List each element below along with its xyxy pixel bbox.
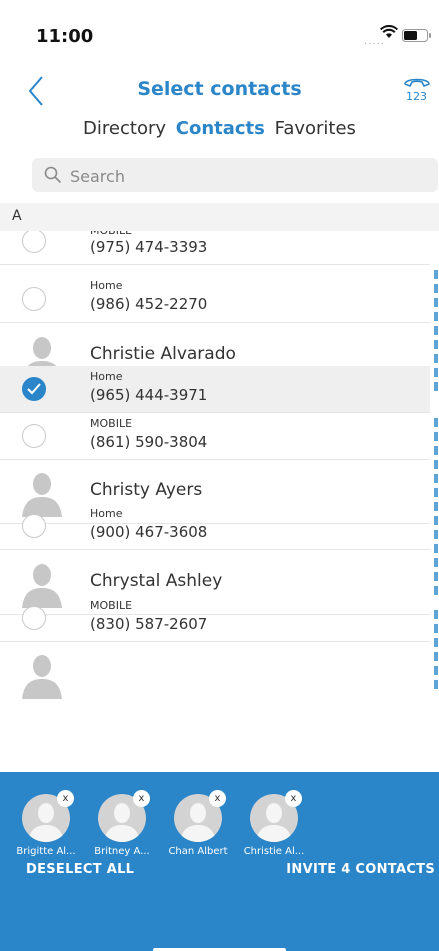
select-radio[interactable] [22, 287, 46, 311]
select-radio[interactable] [22, 231, 46, 253]
phone-row[interactable]: MOBILE (830) 587-2607 [0, 595, 430, 642]
phone-row[interactable]: MOBILE (975) 474-3393 [0, 231, 430, 265]
phone-type: MOBILE [90, 231, 132, 237]
search-input[interactable] [68, 158, 432, 194]
phone-number: (965) 444-3971 [90, 386, 208, 404]
remove-chip-button[interactable]: x [133, 790, 150, 807]
contact-name: Chrystal Ashley [90, 571, 223, 591]
phone-type: Home [90, 279, 123, 292]
select-radio-checked[interactable] [22, 377, 46, 401]
phone-type: Home [90, 370, 123, 383]
wifi-icon [380, 25, 398, 38]
battery-icon [402, 29, 431, 42]
phone-number: (975) 474-3393 [90, 238, 208, 256]
tab-directory[interactable]: Directory [81, 118, 168, 139]
select-contacts-screen: 11:00 ..... Select contacts 123 Director… [0, 0, 439, 951]
status-bar: 11:00 ..... [0, 0, 439, 70]
checkmark-icon [27, 383, 41, 395]
dialpad-button[interactable]: 123 [402, 74, 436, 110]
select-radio[interactable] [22, 514, 46, 538]
tab-bar: Directory Contacts Favorites [0, 118, 439, 139]
nav-header: Select contacts 123 [0, 70, 439, 114]
select-radio[interactable] [22, 424, 46, 448]
invite-contacts-button[interactable]: INVITE 4 CONTACTS [286, 862, 435, 877]
contact-name: Christy Ayers [90, 480, 203, 500]
contact-name: Christie Alvarado [90, 344, 236, 364]
phone-row[interactable]: Home (900) 467-3608 [0, 503, 430, 550]
select-radio[interactable] [22, 606, 46, 630]
phone-number: (861) 590-3804 [90, 433, 208, 451]
phone-type: MOBILE [90, 599, 133, 612]
contact-row[interactable] [0, 641, 430, 705]
tab-favorites[interactable]: Favorites [273, 118, 358, 139]
phone-number: (830) 587-2607 [90, 615, 208, 633]
search-icon [44, 166, 62, 184]
phone-number: (900) 467-3608 [90, 523, 208, 541]
phone-row[interactable]: Home (986) 452-2270 [0, 276, 430, 323]
phone-type: MOBILE [90, 417, 133, 430]
deselect-all-button[interactable]: DESELECT ALL [26, 862, 134, 877]
dialpad-label: 123 [406, 90, 427, 103]
section-header: A [0, 203, 439, 231]
contact-list[interactable]: MOBILE (975) 474-3393 Home (986) 452-227… [0, 231, 439, 772]
section-letter: A [12, 208, 22, 224]
phone-number: (986) 452-2270 [90, 295, 208, 313]
alphabet-index[interactable] [433, 270, 439, 750]
phone-handset-icon [404, 78, 430, 87]
phone-type: Home [90, 507, 123, 520]
page-title: Select contacts [137, 78, 302, 100]
remove-chip-button[interactable]: x [285, 790, 302, 807]
remove-chip-button[interactable]: x [57, 790, 74, 807]
status-time: 11:00 [36, 26, 94, 47]
remove-chip-button[interactable]: x [209, 790, 226, 807]
phone-row-selected[interactable]: Home (965) 444-3971 [0, 366, 430, 413]
selection-panel: x Brigitte Al... x Britney A... x Chan A [0, 772, 439, 951]
tab-contacts[interactable]: Contacts [174, 118, 267, 139]
search-bar [32, 158, 438, 194]
phone-row[interactable]: MOBILE (861) 590-3804 [0, 413, 430, 460]
selection-actions: DESELECT ALL INVITE 4 CONTACTS [0, 856, 439, 886]
avatar-icon [22, 655, 62, 699]
